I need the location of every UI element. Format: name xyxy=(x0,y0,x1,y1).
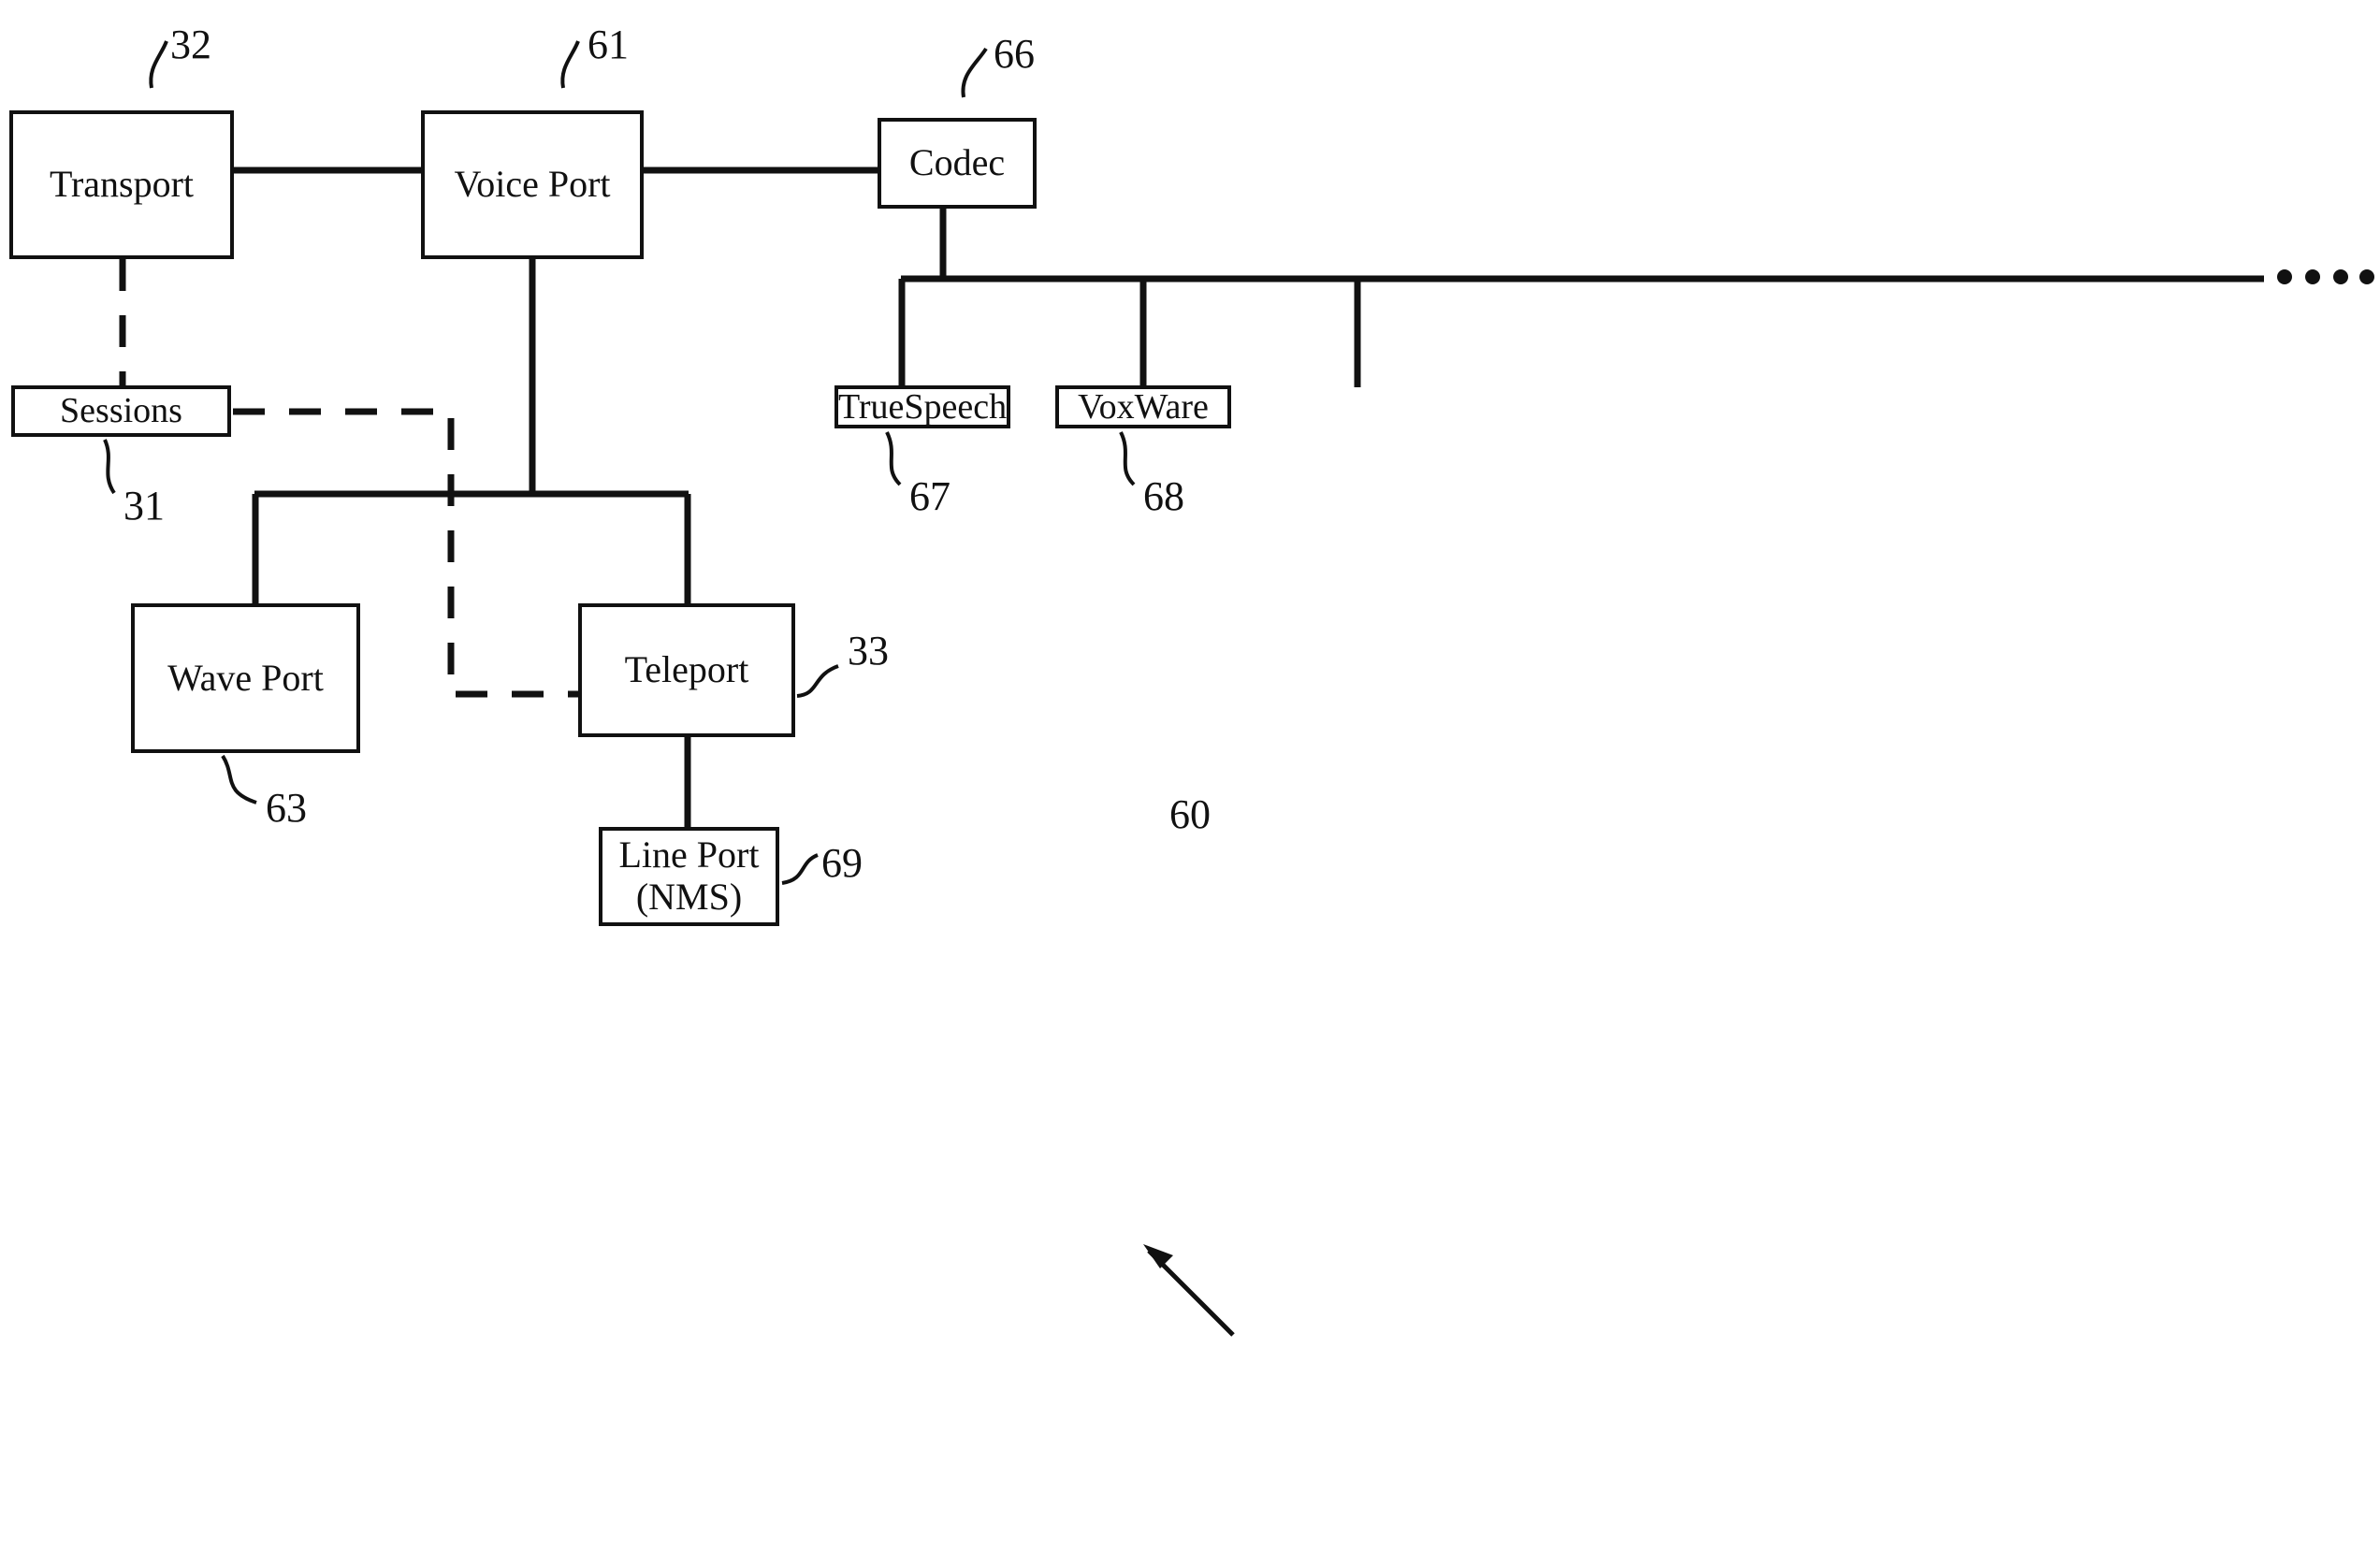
ref-numeral-63: 63 xyxy=(266,785,307,831)
node-sessions[interactable]: Sessions xyxy=(11,385,231,437)
ref-numeral-66: 66 xyxy=(994,31,1035,77)
node-line-port[interactable]: Line Port (NMS) xyxy=(599,827,779,926)
ellipsis-dots xyxy=(2277,269,2374,284)
node-wave-port-label: Wave Port xyxy=(167,656,324,699)
leader-67 xyxy=(885,431,902,486)
node-voxware-label: VoxWare xyxy=(1078,386,1209,427)
node-truespeech[interactable]: TrueSpeech xyxy=(834,385,1010,428)
leader-31 xyxy=(103,439,116,495)
ref-numeral-60: 60 xyxy=(1169,791,1211,837)
leader-66 xyxy=(961,47,988,98)
node-voice-port-label: Voice Port xyxy=(454,163,611,206)
leader-63 xyxy=(221,754,257,804)
node-codec-label: Codec xyxy=(908,141,1006,184)
ref-numeral-32: 32 xyxy=(170,22,211,67)
connector-layer xyxy=(103,40,2374,1337)
node-truespeech-label: TrueSpeech xyxy=(837,386,1008,427)
node-voxware[interactable]: VoxWare xyxy=(1055,385,1231,428)
node-transport-label: Transport xyxy=(49,163,195,206)
node-line-port-label: Line Port (NMS) xyxy=(618,833,760,918)
node-transport[interactable]: Transport xyxy=(9,110,234,259)
node-voice-port[interactable]: Voice Port xyxy=(421,110,644,259)
ref-numeral-68: 68 xyxy=(1143,473,1184,519)
leader-68 xyxy=(1119,431,1136,486)
ref-numeral-31: 31 xyxy=(123,483,165,529)
node-wave-port[interactable]: Wave Port xyxy=(131,603,360,753)
leader-33 xyxy=(796,664,839,698)
node-teleport[interactable]: Teleport xyxy=(578,603,795,737)
ref-numeral-67: 67 xyxy=(909,473,951,519)
figure-canvas: Transport Voice Port Codec Sessions True… xyxy=(0,0,2380,1565)
leader-69 xyxy=(781,853,819,885)
node-teleport-label: Teleport xyxy=(624,648,749,691)
node-sessions-label: Sessions xyxy=(60,391,182,431)
ref-numeral-69: 69 xyxy=(821,840,863,886)
ref-numeral-61: 61 xyxy=(588,22,629,67)
node-codec[interactable]: Codec xyxy=(878,118,1037,209)
leader-32 xyxy=(149,40,168,89)
ref-numeral-33: 33 xyxy=(848,628,889,674)
arrow-60 xyxy=(1143,1244,1235,1337)
leader-61 xyxy=(560,40,580,89)
